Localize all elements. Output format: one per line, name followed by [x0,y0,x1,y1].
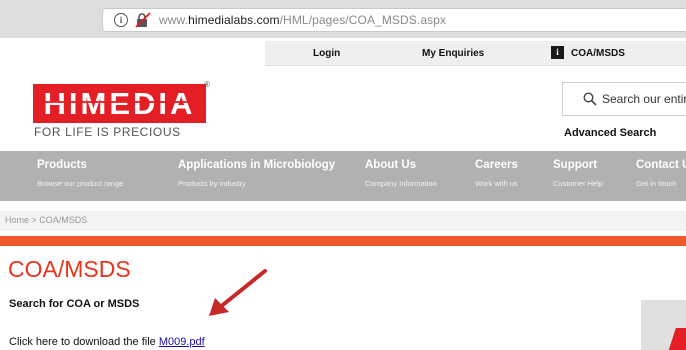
info-icon: i [551,46,564,59]
site-info-icon[interactable]: i [114,13,128,27]
logo-badge: HIMEDIA [33,84,206,123]
coa-msds-link[interactable]: COA/MSDS [571,48,625,59]
header-divider-band [0,236,686,246]
logo-stripe [33,101,206,103]
section-subheading: Search for COA or MSDS [9,298,140,310]
logo-tagline: FOR LIFE IS PRECIOUS [34,125,181,139]
browser-toolbar: i www.himedialabs.com/HML/pages/COA_MSDS… [0,0,686,38]
nav-item-subtitle: Work with us [475,179,518,188]
nav-item-subtitle: Customer Help [553,179,604,188]
login-link[interactable]: Login [313,48,340,59]
download-message: Click here to download the file M009.pdf [9,336,205,348]
search-input[interactable]: Search our entire [602,92,686,106]
side-banner [641,300,686,350]
nav-item-title: Support [553,159,598,171]
registered-mark: ® [204,80,210,89]
download-text: Click here to download the file [9,336,159,348]
insecure-lock-icon[interactable] [135,12,151,28]
site-search-box[interactable]: Search our entire [562,82,686,116]
main-navigation: Products Browse our product range Applic… [0,151,686,201]
nav-item-title: Contact U [636,159,686,171]
page-title: COA/MSDS [8,256,131,282]
nav-item-title: Careers [475,159,518,171]
nav-item-subtitle: Get in touch [636,179,677,188]
nav-item-title: Products [37,159,87,171]
search-icon[interactable] [583,92,597,106]
utility-bar: Login My Enquiries i COA/MSDS [265,41,686,66]
banner-graphic [666,328,686,350]
breadcrumb-text[interactable]: Home > COA/MSDS [5,215,87,225]
nav-item-title: Applications in Microbiology [178,159,336,171]
my-enquiries-link[interactable]: My Enquiries [422,48,484,59]
breadcrumb: Home > COA/MSDS [0,211,686,231]
logo-text: HIMEDIA [43,86,196,121]
nav-item-title: About Us [365,159,417,171]
nav-item-subtitle: Company Information [365,179,437,188]
download-file-link[interactable]: M009.pdf [159,336,205,348]
advanced-search-link[interactable]: Advanced Search [564,127,656,139]
annotation-arrow-icon [209,269,267,316]
nav-item-subtitle: Products by industry [178,179,246,188]
address-bar[interactable]: i www.himedialabs.com/HML/pages/COA_MSDS… [102,8,686,32]
nav-item-subtitle: Browse our product range [37,179,124,188]
url-text[interactable]: www.himedialabs.com/HML/pages/COA_MSDS.a… [159,13,446,27]
